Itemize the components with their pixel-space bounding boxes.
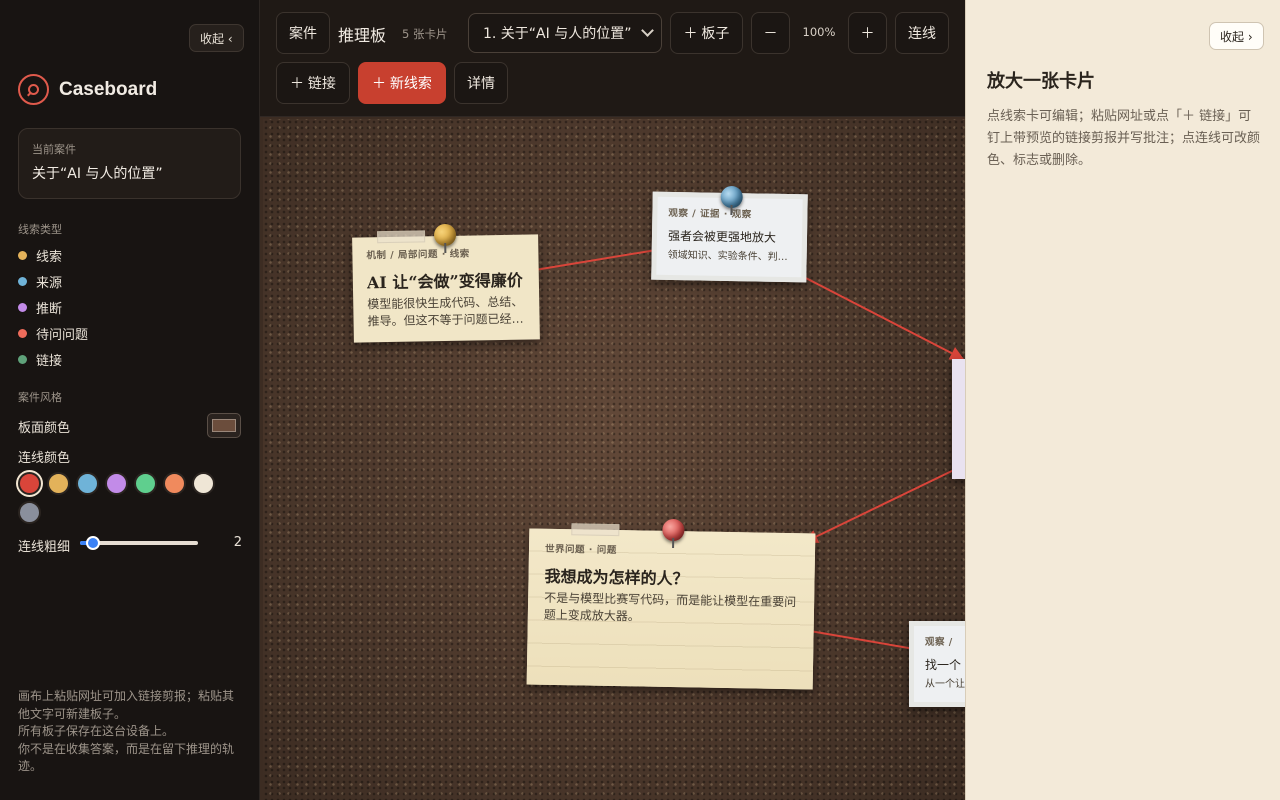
card-tags: 观察 / (925, 637, 953, 648)
connection-line[interactable] (803, 468, 957, 543)
clue-type-label: 来源 (36, 276, 63, 292)
magnifier-logo-icon (18, 74, 49, 105)
pushpin-icon (662, 518, 685, 542)
clue-type-clue: 线索 (18, 243, 88, 269)
connect-button[interactable]: 连线 (895, 12, 949, 54)
clue-type-label: 待问问题 (36, 327, 89, 343)
line-width-label: 连线粗细 (18, 540, 71, 555)
footer-line: 画布上粘贴网址可加入链接剪报；粘贴其他文字可新建板子。 (18, 689, 235, 721)
clue-card[interactable]: 机制 / 局部问题 · 线索 AI 让“会做”变得廉价 模型能很快生成代码、总结… (352, 223, 540, 343)
clue-types-title: 线索类型 (18, 223, 62, 236)
line-color-swatch-violet[interactable] (105, 472, 128, 495)
new-clue-button[interactable]: ＋ 新线索 (358, 62, 446, 104)
details-button[interactable]: 详情 (454, 62, 508, 104)
brand-name: Caseboard (59, 78, 158, 100)
pushpin-icon (433, 223, 457, 247)
add-board-button[interactable]: ＋ 板子 (670, 12, 743, 54)
line-color-swatch-green[interactable] (134, 472, 157, 495)
card-title: 找一个 (925, 658, 962, 672)
card-count: 5 张卡片 (402, 27, 448, 41)
connection-line[interactable] (534, 243, 670, 271)
footer-line: 所有板子保存在这台设备上。 (18, 724, 175, 738)
line-color-swatch-amber[interactable] (47, 472, 70, 495)
case-style-title: 案件风格 (18, 391, 62, 404)
connection-layer (534, 243, 965, 656)
clue-type-label: 链接 (36, 353, 63, 369)
current-case-value: 关于“AI 与人的位置” (32, 166, 163, 182)
left-sidebar: 收起 ‹ Caseboard 当前案件 关于“AI 与人的位置” 线索类型 线索… (0, 0, 260, 800)
toolbar: 案件 推理板 5 张卡片 1. 关于“AI 与人的位置” ＋ 板子 － 100%… (260, 0, 965, 117)
clue-type-label: 推断 (36, 301, 63, 317)
board-title: 推理板 (338, 26, 387, 45)
line-color-swatch-red[interactable] (18, 472, 41, 495)
connection-line[interactable] (797, 273, 965, 360)
clue-card[interactable]: 观察 / 证据 · 观察 强者会被更强地放大 领域知识、实验条件、判… (651, 185, 808, 283)
line-color-label: 连线颜色 (18, 451, 71, 466)
board-color-swatch (212, 419, 236, 432)
clue-type-dot-icon (18, 251, 27, 261)
line-color-swatch-gray[interactable] (18, 501, 41, 524)
zoom-in-button[interactable]: ＋ (848, 12, 887, 54)
tape-strip (376, 230, 426, 244)
clue-type-list: 线索 来源 推断 待问问题 链接 (18, 243, 88, 372)
clue-type-source: 来源 (18, 269, 88, 295)
footer-line: 你不是在收集答案，而是在留下推理的轨迹。 (18, 741, 235, 774)
clue-type-dot-icon (18, 354, 27, 364)
chevron-down-icon (641, 24, 654, 37)
line-color-swatch-cream[interactable] (192, 472, 215, 495)
clue-card[interactable] (952, 359, 965, 479)
panel-collapse-button[interactable]: 收起 › (1209, 22, 1264, 50)
panel-title: 放大一张卡片 (987, 71, 1095, 92)
zoom-level: 100% (802, 25, 836, 39)
clue-card[interactable]: 世界问题 · 问题 我想成为怎样的人？ 不是与模型比赛写代码，而是能让模型在重要… (526, 518, 816, 690)
pushpin-icon (720, 185, 743, 209)
card-body: 不是与模型比赛写代码，而是能让模型在重要问题上变成放大器。 (543, 590, 797, 624)
card-body: 领域知识、实验条件、判… (667, 249, 788, 264)
clue-type-dot-icon (18, 302, 27, 312)
clue-type-dot-icon (18, 328, 27, 338)
panel-help-text: 点线索卡可编辑；粘贴网址或点「＋ 链接」可钉上带预览的链接剪报并写批注；点连线可… (987, 109, 1261, 168)
clue-type-link: 链接 (18, 346, 88, 372)
tape-strip (571, 523, 620, 537)
line-color-swatch-blue[interactable] (76, 472, 99, 495)
sidebar-footer-note: 画布上粘贴网址可加入链接剪报；粘贴其他文字可新建板子。 所有板子保存在这台设备上… (18, 688, 240, 776)
zoom-out-button[interactable]: － (751, 12, 790, 54)
clue-card[interactable]: 观察 / 找一个 从一个让 (909, 621, 965, 707)
line-color-swatches (18, 472, 218, 524)
card-title: 强者会被更强地放大 (667, 228, 777, 245)
main-area: 案件 推理板 5 张卡片 1. 关于“AI 与人的位置” ＋ 板子 － 100%… (260, 0, 965, 800)
card-body: 模型能很快生成代码、总结、推导。但这不等于问题已经… (367, 294, 524, 329)
add-link-button[interactable]: ＋ 链接 (276, 62, 350, 104)
sidebar-collapse-button[interactable]: 收起 ‹ (189, 24, 244, 52)
line-width-slider[interactable] (80, 536, 198, 550)
board-select[interactable]: 1. 关于“AI 与人的位置” (468, 13, 662, 53)
case-button[interactable]: 案件 (276, 12, 330, 54)
clue-type-dot-icon (18, 277, 27, 287)
brand: Caseboard (18, 74, 157, 105)
clue-type-inference: 推断 (18, 295, 88, 321)
clue-type-open-question: 待问问题 (18, 320, 88, 346)
card-title: AI 让“会做”变得廉价 (366, 270, 523, 293)
board-color-picker[interactable] (207, 413, 241, 438)
line-color-swatch-orange[interactable] (163, 472, 186, 495)
board-select-value: 1. 关于“AI 与人的位置” (483, 26, 632, 42)
card-body: 从一个让 (925, 679, 965, 690)
line-width-value: 2 (233, 535, 242, 550)
detail-panel: 收起 › 放大一张卡片 点线索卡可编辑；粘贴网址或点「＋ 链接」可钉上带预览的链… (965, 0, 1280, 800)
cork-board[interactable]: 机制 / 局部问题 · 线索 AI 让“会做”变得廉价 模型能很快生成代码、总结… (260, 117, 965, 800)
board-color-label: 板面颜色 (18, 421, 71, 436)
current-case-card[interactable]: 当前案件 关于“AI 与人的位置” (18, 128, 241, 199)
line-width-slider-thumb[interactable] (86, 536, 101, 550)
card-title: 我想成为怎样的人？ (544, 566, 689, 589)
clue-type-label: 线索 (36, 250, 63, 266)
current-case-label: 当前案件 (32, 143, 76, 156)
